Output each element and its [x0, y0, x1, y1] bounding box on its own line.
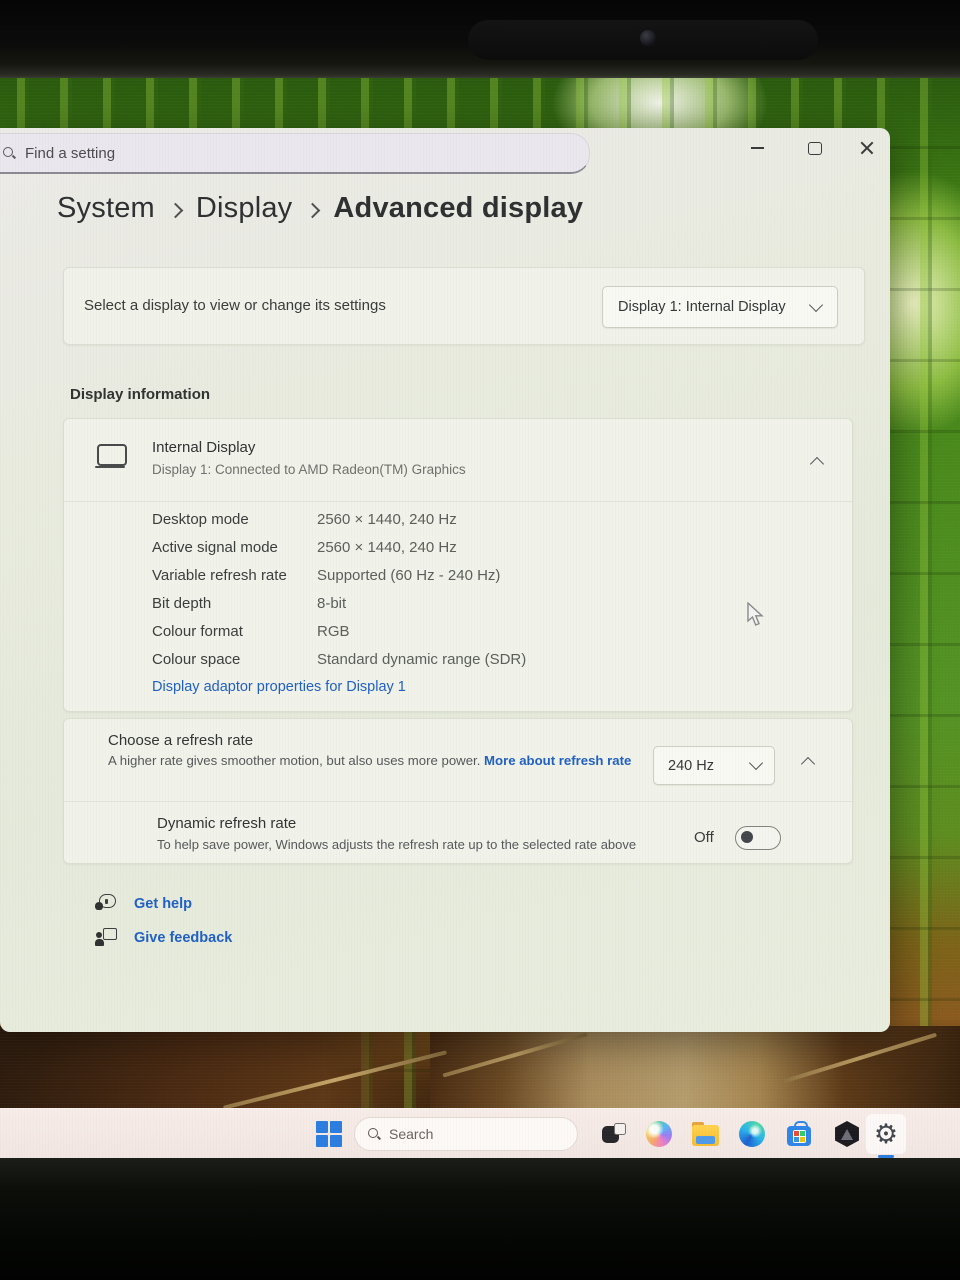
settings-app-button[interactable]: ⚙ [866, 1114, 906, 1154]
search-icon [368, 1128, 380, 1140]
chevron-down-icon [748, 755, 764, 771]
hexagon-app-icon[interactable] [835, 1121, 859, 1147]
display-adapter-properties-link[interactable]: Display adaptor properties for Display 1 [152, 679, 406, 695]
display-information-heading: Display information [70, 386, 211, 403]
internal-display-header[interactable]: Internal Display Display 1: Connected to… [64, 419, 852, 502]
laptop-top-bezel [0, 0, 960, 78]
display-selector-label: Select a display to view or change its s… [84, 297, 386, 314]
close-button[interactable] [846, 132, 888, 164]
find-a-setting-input[interactable]: Find a setting [0, 133, 590, 174]
taskbar-search-box[interactable]: Search [354, 1117, 578, 1151]
row-label: Desktop mode [152, 511, 249, 528]
row-label: Colour format [152, 623, 243, 640]
microsoft-store-icon[interactable] [786, 1121, 812, 1147]
breadcrumb-chevron-icon [167, 202, 184, 218]
chevron-up-icon [800, 756, 816, 772]
wallpaper-grass [0, 1026, 430, 1112]
maximize-button[interactable] [794, 132, 836, 164]
give-feedback-link[interactable]: Give feedback [95, 928, 232, 948]
info-row-colour-space: Colour space Standard dynamic range (SDR… [64, 651, 852, 675]
dynamic-refresh-rate-state: Off [694, 829, 714, 846]
dynamic-refresh-rate-toggle[interactable] [735, 826, 781, 850]
divider [64, 801, 852, 802]
chevron-down-icon [808, 297, 824, 313]
row-value: Supported (60 Hz - 240 Hz) [317, 567, 501, 584]
file-explorer-icon[interactable] [692, 1122, 719, 1146]
refresh-rate-description: A higher rate gives smoother motion, but… [108, 753, 656, 769]
give-feedback-label: Give feedback [134, 930, 233, 946]
display-selector-value: Display 1: Internal Display [618, 299, 786, 315]
webcam-lens [640, 30, 656, 46]
row-label: Variable refresh rate [152, 567, 287, 584]
breadcrumb: System Display Advanced display [57, 192, 583, 225]
refresh-rate-card: Choose a refresh rate A higher rate give… [63, 718, 853, 864]
row-value: 2560 × 1440, 240 Hz [317, 511, 457, 528]
find-a-setting-placeholder: Find a setting [25, 144, 116, 162]
settings-gear-icon: ⚙ [873, 1118, 899, 1150]
info-row-active-signal-mode: Active signal mode 2560 × 1440, 240 Hz [64, 539, 852, 563]
row-label: Bit depth [152, 595, 212, 612]
more-about-refresh-rate-link[interactable]: More about refresh rate [484, 753, 631, 768]
task-view-button[interactable] [602, 1123, 626, 1147]
settings-window: Find a setting System Display Advanced d… [0, 128, 890, 1032]
display-icon [95, 444, 127, 469]
laptop-bottom-bezel [0, 1158, 960, 1280]
copilot-icon[interactable] [646, 1121, 672, 1147]
chevron-up-icon[interactable] [809, 456, 825, 472]
row-value: Standard dynamic range (SDR) [317, 651, 527, 668]
minimize-icon [750, 147, 764, 149]
row-value: 2560 × 1440, 240 Hz [317, 539, 457, 556]
search-icon [3, 147, 15, 159]
taskbar: Search ⚙ [0, 1108, 960, 1158]
display-selector-dropdown[interactable]: Display 1: Internal Display [602, 286, 838, 328]
page-title: Advanced display [333, 192, 584, 224]
dynamic-refresh-rate-description: To help save power, Windows adjusts the … [157, 837, 637, 852]
row-value: RGB [317, 623, 350, 640]
minimize-button[interactable] [736, 132, 778, 164]
get-help-link[interactable]: Get help [95, 894, 192, 914]
maximize-icon [808, 141, 822, 155]
taskbar-search-placeholder: Search [389, 1126, 434, 1142]
row-value: 8-bit [317, 595, 347, 612]
row-label: Colour space [152, 651, 241, 668]
edge-browser-icon[interactable] [739, 1121, 765, 1147]
refresh-rate-title: Choose a refresh rate [108, 732, 254, 749]
display-information-card: Internal Display Display 1: Connected to… [63, 418, 853, 712]
info-row-colour-format: Colour format RGB [64, 623, 852, 647]
info-row-bit-depth: Bit depth 8-bit [64, 595, 852, 619]
wallpaper-path [430, 1026, 960, 1112]
refresh-rate-value: 240 Hz [668, 757, 714, 774]
refresh-rate-expander[interactable] [797, 755, 819, 777]
refresh-rate-dropdown[interactable]: 240 Hz [653, 746, 775, 785]
display-selector-card: Select a display to view or change its s… [63, 267, 865, 345]
give-feedback-icon [95, 928, 117, 948]
info-row-variable-refresh-rate: Variable refresh rate Supported (60 Hz -… [64, 567, 852, 591]
close-icon [860, 141, 874, 155]
laptop-photo: Find a setting System Display Advanced d… [0, 0, 960, 1280]
start-button[interactable] [316, 1121, 342, 1147]
info-row-desktop-mode: Desktop mode 2560 × 1440, 240 Hz [64, 511, 852, 535]
dynamic-refresh-rate-title: Dynamic refresh rate [157, 815, 297, 832]
get-help-label: Get help [134, 896, 193, 912]
breadcrumb-system[interactable]: System [57, 192, 155, 225]
row-label: Active signal mode [152, 539, 278, 556]
get-help-icon [95, 894, 117, 914]
internal-display-subtitle: Display 1: Connected to AMD Radeon(TM) G… [152, 462, 466, 477]
breadcrumb-display[interactable]: Display [196, 192, 293, 225]
laptop-screen: Find a setting System Display Advanced d… [0, 78, 960, 1158]
refresh-rate-description-text: A higher rate gives smoother motion, but… [108, 753, 485, 768]
toggle-knob [741, 831, 753, 843]
internal-display-title: Internal Display [152, 439, 256, 456]
breadcrumb-chevron-icon [305, 202, 321, 218]
